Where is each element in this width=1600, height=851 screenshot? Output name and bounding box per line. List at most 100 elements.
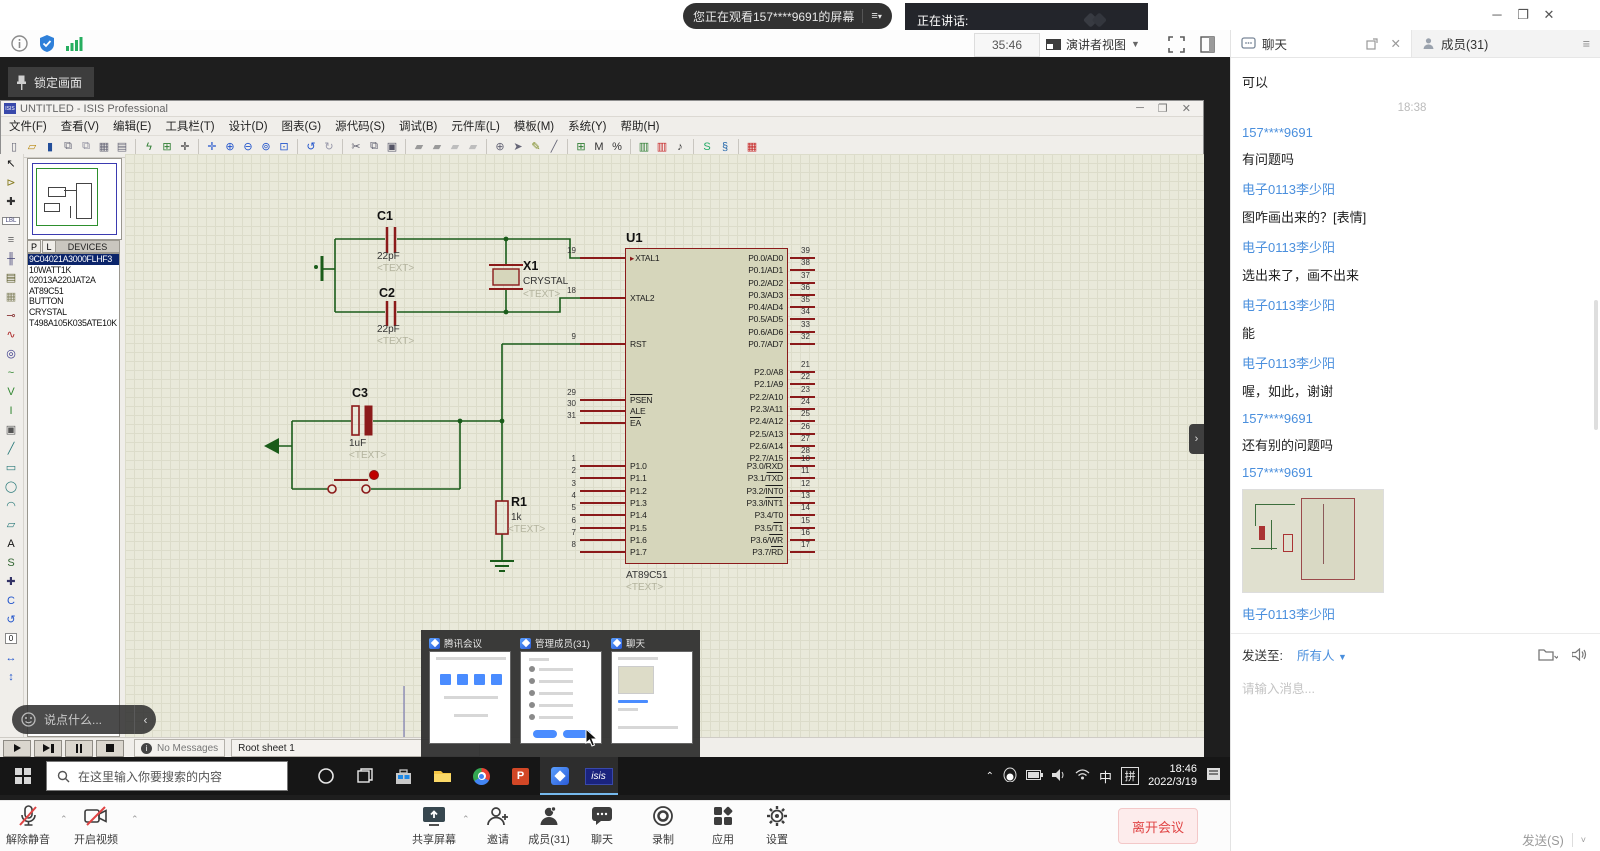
menu-item[interactable]: 源代码(S) <box>335 118 385 134</box>
x1-ref[interactable]: X1 <box>523 259 538 273</box>
2d-text-icon[interactable]: A <box>0 534 22 553</box>
send-to-selector[interactable]: 所有人 ▼ <box>1297 645 1347 664</box>
task-view-icon[interactable] <box>345 757 384 795</box>
origin-icon[interactable]: ✛ <box>177 139 193 155</box>
start-video-button[interactable]: 开启视频 <box>68 804 124 847</box>
voltage-probe-icon[interactable]: V <box>0 382 22 401</box>
block-copy-icon[interactable]: ▰ <box>411 139 427 155</box>
selection-tool-icon[interactable]: ↖ <box>0 154 22 173</box>
c1-value[interactable]: 22pF <box>377 251 400 262</box>
2d-box-icon[interactable]: ▭ <box>0 458 22 477</box>
zoom-in-icon[interactable]: ⊕ <box>222 139 238 155</box>
text-script-icon[interactable]: ≡ <box>0 230 22 249</box>
rotate-ccw-icon[interactable]: ↺ <box>0 610 22 629</box>
tray-expand-icon[interactable]: ⌃ <box>986 771 994 782</box>
c1-ref[interactable]: C1 <box>377 209 393 223</box>
panel-collapse-handle[interactable]: › <box>1189 424 1204 454</box>
remove-library-icon[interactable]: ▥ <box>654 139 670 155</box>
graph-mode-icon[interactable]: ∿ <box>0 325 22 344</box>
bus-mode-icon[interactable]: ╫ <box>0 249 22 268</box>
2d-marker-icon[interactable]: ✚ <box>0 572 22 591</box>
send-file-icon[interactable] <box>1538 647 1558 662</box>
battery-icon[interactable] <box>1026 769 1043 783</box>
schematic-overview-pane[interactable] <box>27 158 122 240</box>
mirror-vertical-icon[interactable]: ↕ <box>0 667 22 686</box>
ares-pcb-icon[interactable]: ▦ <box>744 139 760 155</box>
window-preview-card[interactable]: 腾讯会议 <box>429 635 511 757</box>
isis-close-button[interactable]: ✕ <box>1182 102 1191 115</box>
record-button[interactable]: 录制 <box>635 804 691 847</box>
chrome-icon[interactable] <box>462 757 501 795</box>
copy-icon[interactable]: ⧉ <box>366 139 382 155</box>
chat-message-input[interactable]: 请输入消息... <box>1242 678 1582 697</box>
search-parts-icon[interactable]: M <box>591 139 607 155</box>
property-tool-icon[interactable]: % <box>609 139 625 155</box>
tape-recorder-icon[interactable]: ◎ <box>0 344 22 363</box>
tab-members[interactable]: 成员(31) ≡ <box>1412 30 1600 57</box>
chat-button[interactable]: 聊天 <box>574 804 630 847</box>
script-2-icon[interactable]: § <box>717 139 733 155</box>
cortana-icon[interactable] <box>306 757 345 795</box>
menu-item[interactable]: 调试(B) <box>399 118 437 134</box>
isis-restore-button[interactable]: ❐ <box>1158 102 1168 115</box>
simulate-play-button[interactable] <box>3 740 31 757</box>
menu-item[interactable]: 模板(M) <box>514 118 554 134</box>
2d-arc-icon[interactable]: ◠ <box>0 496 22 515</box>
quick-chat-input[interactable]: 说点什么... <box>12 705 134 734</box>
r1-value[interactable]: 1k <box>511 512 523 523</box>
u1-ref[interactable]: U1 <box>626 230 643 245</box>
save-file-icon[interactable]: ▮ <box>42 139 58 155</box>
close-chat-icon[interactable]: ✕ <box>1391 36 1401 51</box>
menu-item[interactable]: 工具栏(T) <box>165 118 214 134</box>
subcircuit-icon[interactable]: ▤ <box>0 268 22 287</box>
u1-at89c51-chip[interactable]: ▸XTAL1XTAL2RSTPSENALEEAP1.0P1.1P1.2P1.3P… <box>625 248 788 564</box>
wifi-icon[interactable] <box>1075 769 1090 783</box>
mic-options-caret[interactable]: ⌃ <box>60 814 68 825</box>
side-panel-toggle-icon[interactable] <box>1200 36 1215 53</box>
device-list-item[interactable]: BUTTON <box>28 296 119 307</box>
script-1-icon[interactable]: S <box>699 139 715 155</box>
sound-icon[interactable] <box>1572 648 1587 661</box>
zoom-area-icon[interactable]: ⊡ <box>276 139 292 155</box>
fullscreen-icon[interactable] <box>1168 36 1185 53</box>
wire-label-icon[interactable]: LBL <box>0 211 22 230</box>
export-icon[interactable]: ⧉ <box>78 139 94 155</box>
ime-mode-indicator[interactable]: 拼 <box>1121 767 1139 785</box>
chat-sender-name[interactable]: 157****9691 <box>1242 411 1600 426</box>
video-options-caret[interactable]: ⌃ <box>131 814 139 825</box>
c2-value[interactable]: 22pF <box>377 324 400 335</box>
angle-value-icon[interactable]: 0 <box>0 629 22 648</box>
start-button[interactable] <box>0 757 46 795</box>
u1-value[interactable]: AT89C51 <box>626 570 668 581</box>
block-move-icon[interactable]: ▰ <box>429 139 445 155</box>
zoom-out-icon[interactable]: ⊖ <box>240 139 256 155</box>
chat-message-list[interactable]: 可以18:38157****9691有问题吗电子0113李少阳图咋画出来的？[表… <box>1231 57 1600 633</box>
simulate-step-button[interactable] <box>34 740 62 757</box>
preview-thumbnail[interactable] <box>611 651 693 744</box>
pick-devices-button[interactable]: P <box>27 240 41 253</box>
rotate-cw-icon[interactable]: C <box>0 591 22 610</box>
window-preview-card[interactable]: 聊天 <box>611 635 693 757</box>
chat-sender-name[interactable]: 电子0113李少阳 <box>1242 295 1600 314</box>
layout-list-icon[interactable]: ≡▾ <box>871 10 881 22</box>
wire-tool-icon[interactable]: ╱ <box>546 139 562 155</box>
generator-mode-icon[interactable]: ~ <box>0 363 22 382</box>
chat-scrollbar[interactable] <box>1594 300 1598 430</box>
junction-dot-icon[interactable]: ✚ <box>0 192 22 211</box>
taskbar-clock[interactable]: 18:462022/3/19 <box>1148 763 1197 789</box>
tab-chat[interactable]: 聊天 ✕ <box>1231 30 1412 57</box>
menu-item[interactable]: 编辑(E) <box>113 118 151 134</box>
device-list-item[interactable]: 10WATT1K <box>28 265 119 276</box>
microsoft-store-icon[interactable] <box>384 757 423 795</box>
device-list-item[interactable]: 9C04021A3000FLHF3 <box>28 254 119 265</box>
print-icon[interactable]: ▦ <box>96 139 112 155</box>
isis-taskbar-icon[interactable]: isis <box>579 757 618 795</box>
zoom-all-icon[interactable]: ⊚ <box>258 139 274 155</box>
panel-menu-icon[interactable]: ≡ <box>1583 37 1590 51</box>
cut-icon[interactable]: ✂ <box>348 139 364 155</box>
info-icon[interactable] <box>11 35 28 52</box>
c3-ref[interactable]: C3 <box>352 386 368 400</box>
device-list-item[interactable]: AT89C51 <box>28 286 119 297</box>
settings-button[interactable]: 设置 <box>749 804 805 847</box>
send-button[interactable]: 发送(S)˅ <box>1522 830 1586 849</box>
